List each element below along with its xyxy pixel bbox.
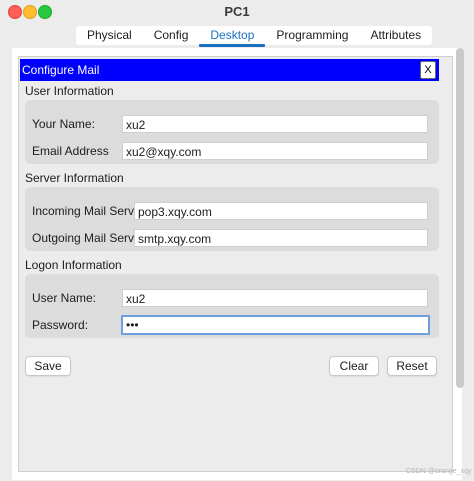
server-info-heading: Server Information [25, 171, 124, 185]
email-label: Email Address [32, 144, 109, 158]
password-label: Password: [32, 318, 89, 332]
tab-desktop[interactable]: Desktop [199, 26, 266, 47]
outgoing-server-label: Outgoing Mail Server [32, 231, 145, 245]
incoming-server-label: Incoming Mail Server [32, 204, 145, 218]
your-name-input[interactable]: xu2 [122, 115, 428, 133]
dialog-header: Configure Mail X [20, 59, 439, 81]
tab-programming[interactable]: Programming [265, 26, 359, 45]
tab-bar: Physical Config Desktop Programming Attr… [76, 26, 433, 47]
dialog-title: Configure Mail [22, 63, 100, 77]
logon-info-heading: Logon Information [25, 258, 122, 272]
user-info-group: Your Name: xu2 Email Address xu2@xqy.com [25, 100, 439, 164]
server-info-group: Incoming Mail Server pop3.xqy.com Outgoi… [25, 187, 439, 251]
tab-physical[interactable]: Physical [76, 26, 143, 45]
user-name-label: User Name: [32, 291, 97, 305]
incoming-server-input[interactable]: pop3.xqy.com [134, 202, 428, 220]
tab-attributes[interactable]: Attributes [359, 26, 432, 45]
logon-info-group: User Name: xu2 Password: ••• [25, 274, 439, 338]
desktop-content: Configure Mail X User Information Your N… [12, 48, 462, 480]
configure-mail-dialog: Configure Mail X User Information Your N… [18, 56, 453, 472]
user-name-input[interactable]: xu2 [122, 289, 428, 307]
email-input[interactable]: xu2@xqy.com [122, 142, 428, 160]
watermark: CSDN @orange_xqy [406, 468, 472, 475]
password-input[interactable]: ••• [121, 315, 430, 335]
vertical-scrollbar[interactable] [456, 48, 464, 388]
tab-config[interactable]: Config [143, 26, 200, 45]
dialog-close-button[interactable]: X [420, 61, 436, 79]
save-button[interactable]: Save [25, 356, 71, 376]
clear-button[interactable]: Clear [329, 356, 379, 376]
window-titlebar: PC1 [0, 0, 474, 22]
user-info-heading: User Information [25, 84, 114, 98]
your-name-label: Your Name: [32, 117, 95, 131]
outgoing-server-input[interactable]: smtp.xqy.com [134, 229, 428, 247]
reset-button[interactable]: Reset [387, 356, 437, 376]
window-title: PC1 [224, 4, 250, 19]
